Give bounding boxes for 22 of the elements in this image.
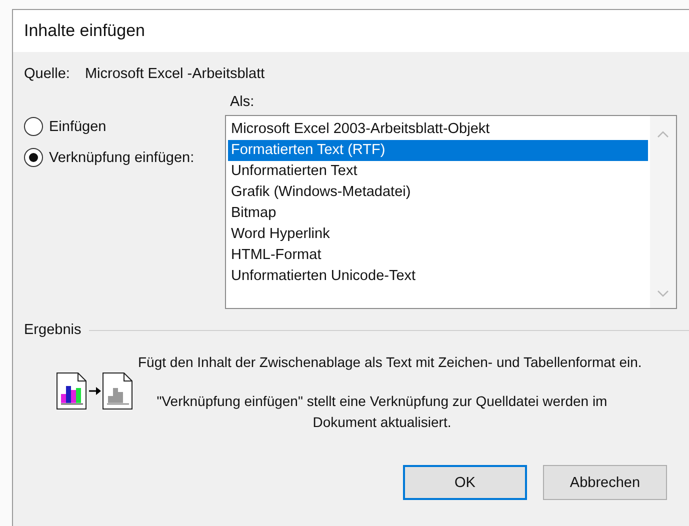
option-label[interactable]: Verknüpfung einfügen: (49, 150, 194, 166)
list-label: Als: (229, 94, 256, 110)
list-item[interactable]: Microsoft Excel 2003-Arbeitsblatt-Objekt (228, 119, 648, 140)
linked-chart-icon (56, 372, 134, 410)
radio-button[interactable] (24, 148, 43, 167)
dialog-button[interactable]: Abbrechen (543, 465, 667, 500)
source-label: Quelle: (24, 66, 70, 82)
list-item[interactable]: Grafik (Windows-Metadatei) (228, 182, 648, 203)
list-item[interactable]: Word Hyperlink (228, 224, 648, 245)
list-item[interactable]: Unformatierten Unicode-Text (228, 266, 648, 287)
result-note: "Verknüpfung einfügen" stellt eine Verknüpfung zur Quelldatei werden im Dokument aktualisiert. (156, 392, 608, 432)
list-item[interactable]: Bitmap (228, 203, 648, 224)
list-item[interactable]: Formatierten Text (RTF) (228, 140, 648, 161)
list-item[interactable]: Unformatierten Text (228, 161, 648, 182)
group-label: Ergebnis (24, 322, 82, 338)
list-item[interactable]: HTML-Format (228, 245, 648, 266)
result-description: Fügt den Inhalt der Zwischenablage als Text mit Zeichen- und Tabellenformat ein. (138, 354, 642, 370)
option-label[interactable]: Einfügen (49, 118, 106, 134)
window-title: Inhalte einfügen (24, 21, 145, 41)
source-value: Microsoft Excel -Arbeitsblatt (84, 66, 265, 82)
dialog-button[interactable]: OK (403, 465, 527, 500)
radio-button[interactable] (24, 117, 43, 136)
